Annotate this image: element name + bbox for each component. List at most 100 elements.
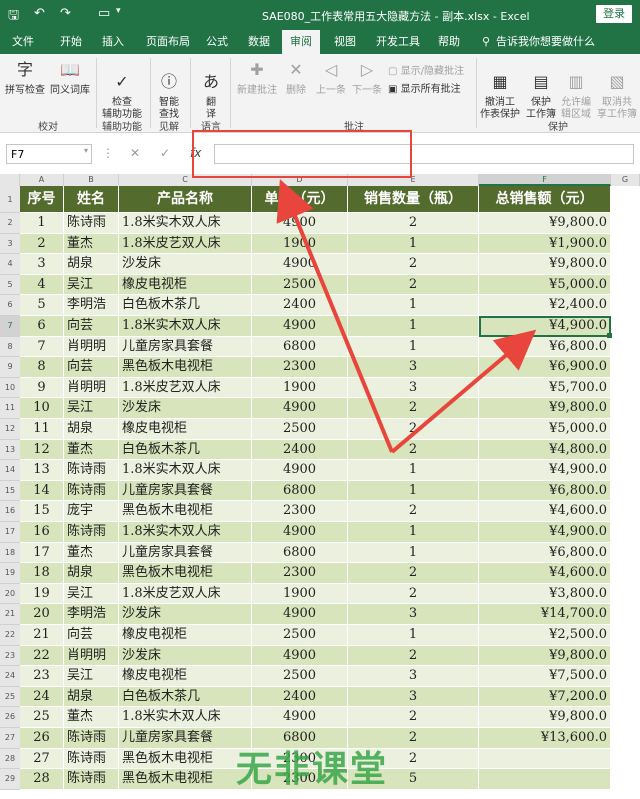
table-cell-qty[interactable]: 2: [348, 254, 479, 275]
table-cell-product[interactable]: 沙发床: [119, 398, 252, 419]
table-cell-name[interactable]: 肖明明: [64, 377, 119, 399]
table-cell-seq[interactable]: 27: [20, 748, 64, 770]
table-cell-total[interactable]: ¥9,800.0: [479, 398, 611, 419]
table-cell-product[interactable]: 沙发床: [119, 254, 252, 275]
table-cell-qty[interactable]: 3: [348, 666, 479, 687]
table-cell-name[interactable]: 李明浩: [64, 604, 119, 625]
table-cell[interactable]: [611, 563, 640, 584]
table-cell-product[interactable]: 1.8米实木双人床: [119, 707, 252, 728]
table-cell-qty[interactable]: 2: [348, 707, 479, 728]
table-cell[interactable]: [611, 769, 640, 790]
table-cell-qty[interactable]: 2: [348, 439, 479, 461]
table-cell-product[interactable]: 沙发床: [119, 604, 252, 625]
table-cell-name[interactable]: 陈诗雨: [64, 522, 119, 543]
table-cell-qty[interactable]: 1: [348, 480, 479, 502]
table-cell-price[interactable]: 2500: [252, 419, 348, 440]
name-box[interactable]: F7: [6, 144, 92, 164]
table-cell[interactable]: [611, 295, 640, 316]
table-cell-name[interactable]: 胡泉: [64, 686, 119, 708]
table-cell-product[interactable]: 1.8米实木双人床: [119, 316, 252, 337]
table-cell-total[interactable]: [479, 748, 611, 770]
table-cell-total[interactable]: ¥5,000.0: [479, 274, 611, 296]
table-cell-qty[interactable]: 1: [348, 233, 479, 255]
table-cell-seq[interactable]: 7: [20, 336, 64, 358]
table-cell-qty[interactable]: 1: [348, 295, 479, 316]
table-cell-name[interactable]: 吴江: [64, 274, 119, 296]
table-cell-seq[interactable]: 15: [20, 501, 64, 522]
table-header-seq[interactable]: 序号: [20, 186, 64, 213]
table-cell-product[interactable]: 橡皮电视柜: [119, 419, 252, 440]
table-cell-total[interactable]: ¥1,900.0: [479, 233, 611, 255]
table-cell-product[interactable]: 黑色板木电视柜: [119, 748, 252, 770]
table-cell[interactable]: [611, 728, 640, 749]
table-cell-total[interactable]: ¥4,600.0: [479, 563, 611, 584]
col-header-f[interactable]: F: [479, 174, 611, 186]
table-cell-qty[interactable]: 1: [348, 542, 479, 564]
table-cell-qty[interactable]: 3: [348, 686, 479, 708]
row-header[interactable]: 27: [0, 728, 20, 749]
table-cell-total[interactable]: ¥9,800.0: [479, 707, 611, 728]
row-header[interactable]: 4: [0, 254, 20, 275]
customize-qat-icon[interactable]: ▾: [116, 6, 121, 16]
table-cell-product[interactable]: 1.8米皮艺双人床: [119, 583, 252, 605]
table-cell-qty[interactable]: 1: [348, 625, 479, 646]
row-header[interactable]: 1: [0, 186, 20, 213]
previous-comment-button[interactable]: ◁ 上一条: [314, 58, 348, 97]
tab-page-layout[interactable]: 页面布局: [146, 30, 190, 54]
table-cell-seq[interactable]: 13: [20, 460, 64, 481]
table-cell-qty[interactable]: 2: [348, 398, 479, 419]
table-cell-seq[interactable]: 10: [20, 398, 64, 419]
table-cell-qty[interactable]: 1: [348, 336, 479, 358]
table-cell-seq[interactable]: 20: [20, 604, 64, 625]
new-comment-button[interactable]: ✚ 新建批注: [234, 58, 280, 97]
tab-formulas[interactable]: 公式: [206, 30, 228, 54]
table-cell-price[interactable]: 4900: [252, 522, 348, 543]
col-header-b[interactable]: B: [64, 174, 119, 186]
table-cell[interactable]: [611, 316, 640, 337]
cancel-icon[interactable]: ✕: [130, 146, 140, 160]
table-cell-seq[interactable]: 14: [20, 480, 64, 502]
table-cell-name[interactable]: 庞宇: [64, 501, 119, 522]
table-cell-price[interactable]: 1900: [252, 583, 348, 605]
table-cell-total[interactable]: [479, 769, 611, 790]
table-cell-qty[interactable]: 2: [348, 501, 479, 522]
row-header[interactable]: 15: [0, 480, 20, 502]
table-cell-total[interactable]: ¥2,400.0: [479, 295, 611, 316]
table-cell-seq[interactable]: 26: [20, 728, 64, 749]
table-cell-total[interactable]: ¥4,600.0: [479, 501, 611, 522]
row-header[interactable]: 19: [0, 563, 20, 584]
table-cell-total[interactable]: ¥6,800.0: [479, 480, 611, 502]
table-cell-seq[interactable]: 9: [20, 377, 64, 399]
table-cell[interactable]: [611, 439, 640, 461]
row-header[interactable]: 3: [0, 233, 20, 255]
table-cell-seq[interactable]: 4: [20, 274, 64, 296]
next-comment-button[interactable]: ▷ 下一条: [350, 58, 384, 97]
table-cell-name[interactable]: 吴江: [64, 666, 119, 687]
table-cell-product[interactable]: 橡皮电视柜: [119, 625, 252, 646]
table-cell-qty[interactable]: 3: [348, 357, 479, 378]
table-cell-total[interactable]: ¥7,200.0: [479, 686, 611, 708]
row-header[interactable]: 14: [0, 460, 20, 481]
table-cell[interactable]: [611, 583, 640, 605]
thesaurus-button[interactable]: 📖 同义词库: [48, 58, 92, 97]
table-cell[interactable]: [611, 748, 640, 770]
table-cell-qty[interactable]: 1: [348, 316, 479, 337]
table-cell-name[interactable]: 陈诗雨: [64, 460, 119, 481]
table-cell-name[interactable]: 肖明明: [64, 645, 119, 667]
table-cell[interactable]: [611, 357, 640, 378]
row-header[interactable]: 7: [0, 316, 20, 337]
table-cell-qty[interactable]: 2: [348, 583, 479, 605]
row-header[interactable]: 21: [0, 604, 20, 625]
table-header-product[interactable]: 产品名称: [119, 186, 252, 213]
table-cell-price[interactable]: 4900: [252, 254, 348, 275]
table-cell[interactable]: [611, 186, 640, 213]
table-cell-total[interactable]: ¥6,900.0: [479, 357, 611, 378]
table-cell-product[interactable]: 儿童房家具套餐: [119, 542, 252, 564]
table-cell-name[interactable]: 陈诗雨: [64, 480, 119, 502]
table-cell-total[interactable]: ¥5,700.0: [479, 377, 611, 399]
table-cell[interactable]: [611, 419, 640, 440]
table-cell-seq[interactable]: 23: [20, 666, 64, 687]
row-header[interactable]: 6: [0, 295, 20, 316]
table-cell[interactable]: [611, 233, 640, 255]
table-cell-seq[interactable]: 24: [20, 686, 64, 708]
